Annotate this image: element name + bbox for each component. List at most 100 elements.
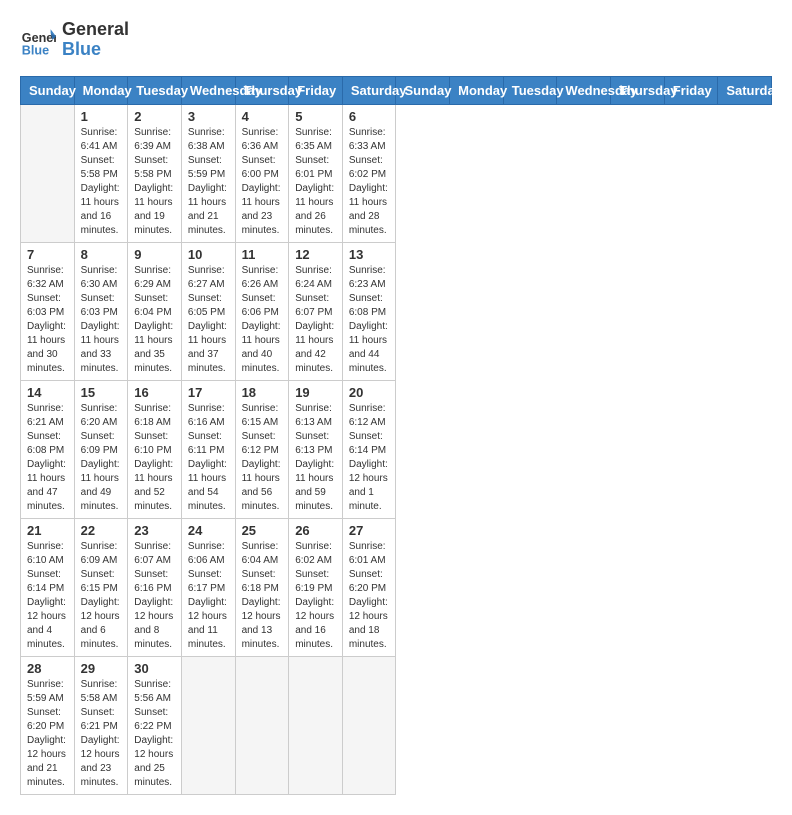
calendar-cell: 7 Sunrise: 6:32 AM Sunset: 6:03 PM Daylig… bbox=[21, 242, 75, 380]
day-number: 6 bbox=[349, 109, 390, 124]
calendar-cell bbox=[342, 656, 396, 794]
day-number: 28 bbox=[27, 661, 68, 676]
calendar-day-header: Wednesday bbox=[181, 76, 235, 104]
calendar-cell: 6 Sunrise: 6:33 AM Sunset: 6:02 PM Daylig… bbox=[342, 104, 396, 242]
day-info: Sunrise: 6:16 AM Sunset: 6:11 PM Dayligh… bbox=[188, 402, 229, 514]
calendar-day-header: Sunday bbox=[396, 76, 450, 104]
day-number: 8 bbox=[81, 247, 122, 262]
day-number: 14 bbox=[27, 385, 68, 400]
day-number: 21 bbox=[27, 523, 68, 538]
logo-icon: General Blue bbox=[20, 22, 56, 58]
day-number: 3 bbox=[188, 109, 229, 124]
day-number: 25 bbox=[242, 523, 283, 538]
day-info: Sunrise: 5:56 AM Sunset: 6:22 PM Dayligh… bbox=[134, 678, 175, 790]
day-info: Sunrise: 6:26 AM Sunset: 6:06 PM Dayligh… bbox=[242, 264, 283, 376]
calendar-week-row: 21Sunrise: 6:10 AM Sunset: 6:14 PM Dayli… bbox=[21, 518, 772, 656]
calendar-cell: 27Sunrise: 6:01 AM Sunset: 6:20 PM Dayli… bbox=[342, 518, 396, 656]
day-number: 29 bbox=[81, 661, 122, 676]
day-info: Sunrise: 6:15 AM Sunset: 6:12 PM Dayligh… bbox=[242, 402, 283, 514]
calendar-day-header: Tuesday bbox=[503, 76, 557, 104]
day-number: 24 bbox=[188, 523, 229, 538]
day-number: 16 bbox=[134, 385, 175, 400]
calendar-day-header: Monday bbox=[74, 76, 128, 104]
day-info: Sunrise: 6:04 AM Sunset: 6:18 PM Dayligh… bbox=[242, 540, 283, 652]
day-info: Sunrise: 6:12 AM Sunset: 6:14 PM Dayligh… bbox=[349, 402, 390, 514]
calendar-cell: 29 Sunrise: 5:58 AM Sunset: 6:21 PM Dayli… bbox=[74, 656, 128, 794]
calendar-cell: 10 Sunrise: 6:27 AM Sunset: 6:05 PM Dayli… bbox=[181, 242, 235, 380]
calendar-cell: 26 Sunrise: 6:02 AM Sunset: 6:19 PM Dayli… bbox=[289, 518, 343, 656]
calendar-cell: 5Sunrise: 6:35 AM Sunset: 6:01 PM Daylig… bbox=[289, 104, 343, 242]
calendar-cell: 17 Sunrise: 6:16 AM Sunset: 6:11 PM Dayli… bbox=[181, 380, 235, 518]
calendar-cell: 21Sunrise: 6:10 AM Sunset: 6:14 PM Dayli… bbox=[21, 518, 75, 656]
day-info: Sunrise: 6:41 AM Sunset: 5:58 PM Dayligh… bbox=[81, 126, 122, 238]
day-number: 17 bbox=[188, 385, 229, 400]
calendar-header-row: SundayMondayTuesdayWednesdayThursdayFrid… bbox=[21, 76, 772, 104]
svg-text:Blue: Blue bbox=[22, 43, 49, 57]
calendar-cell: 8 Sunrise: 6:30 AM Sunset: 6:03 PM Daylig… bbox=[74, 242, 128, 380]
day-number: 12 bbox=[295, 247, 336, 262]
day-info: Sunrise: 6:39 AM Sunset: 5:58 PM Dayligh… bbox=[134, 126, 175, 238]
logo: General Blue General Blue bbox=[20, 20, 129, 60]
day-info: Sunrise: 6:36 AM Sunset: 6:00 PM Dayligh… bbox=[242, 126, 283, 238]
day-info: Sunrise: 6:24 AM Sunset: 6:07 PM Dayligh… bbox=[295, 264, 336, 376]
calendar-day-header: Saturday bbox=[342, 76, 396, 104]
day-number: 4 bbox=[242, 109, 283, 124]
day-info: Sunrise: 6:33 AM Sunset: 6:02 PM Dayligh… bbox=[349, 126, 390, 238]
day-info: Sunrise: 6:21 AM Sunset: 6:08 PM Dayligh… bbox=[27, 402, 68, 514]
day-info: Sunrise: 6:02 AM Sunset: 6:19 PM Dayligh… bbox=[295, 540, 336, 652]
day-info: Sunrise: 6:27 AM Sunset: 6:05 PM Dayligh… bbox=[188, 264, 229, 376]
calendar-day-header: Tuesday bbox=[128, 76, 182, 104]
calendar-cell: 1 Sunrise: 6:41 AM Sunset: 5:58 PM Daylig… bbox=[74, 104, 128, 242]
day-number: 22 bbox=[81, 523, 122, 538]
day-info: Sunrise: 6:06 AM Sunset: 6:17 PM Dayligh… bbox=[188, 540, 229, 652]
calendar-week-row: 7 Sunrise: 6:32 AM Sunset: 6:03 PM Daylig… bbox=[21, 242, 772, 380]
day-info: Sunrise: 5:59 AM Sunset: 6:20 PM Dayligh… bbox=[27, 678, 68, 790]
calendar-cell: 20 Sunrise: 6:12 AM Sunset: 6:14 PM Dayli… bbox=[342, 380, 396, 518]
calendar-day-header: Monday bbox=[450, 76, 504, 104]
calendar-cell: 12 Sunrise: 6:24 AM Sunset: 6:07 PM Dayli… bbox=[289, 242, 343, 380]
day-number: 13 bbox=[349, 247, 390, 262]
calendar-cell: 23 Sunrise: 6:07 AM Sunset: 6:16 PM Dayli… bbox=[128, 518, 182, 656]
calendar-week-row: 28 Sunrise: 5:59 AM Sunset: 6:20 PM Dayli… bbox=[21, 656, 772, 794]
calendar-cell bbox=[289, 656, 343, 794]
calendar-cell: 19 Sunrise: 6:13 AM Sunset: 6:13 PM Dayli… bbox=[289, 380, 343, 518]
calendar-cell: 25 Sunrise: 6:04 AM Sunset: 6:18 PM Dayli… bbox=[235, 518, 289, 656]
day-number: 27 bbox=[349, 523, 390, 538]
calendar-cell: 13 Sunrise: 6:23 AM Sunset: 6:08 PM Dayli… bbox=[342, 242, 396, 380]
calendar-day-header: Friday bbox=[664, 76, 718, 104]
day-number: 10 bbox=[188, 247, 229, 262]
day-info: Sunrise: 6:23 AM Sunset: 6:08 PM Dayligh… bbox=[349, 264, 390, 376]
calendar-cell bbox=[181, 656, 235, 794]
day-info: Sunrise: 6:35 AM Sunset: 6:01 PM Dayligh… bbox=[295, 126, 336, 238]
calendar-cell: 11Sunrise: 6:26 AM Sunset: 6:06 PM Dayli… bbox=[235, 242, 289, 380]
day-number: 7 bbox=[27, 247, 68, 262]
calendar-cell: 15Sunrise: 6:20 AM Sunset: 6:09 PM Dayli… bbox=[74, 380, 128, 518]
day-number: 9 bbox=[134, 247, 175, 262]
page-header: General Blue General Blue bbox=[20, 20, 772, 60]
day-info: Sunrise: 5:58 AM Sunset: 6:21 PM Dayligh… bbox=[81, 678, 122, 790]
calendar-day-header: Saturday bbox=[718, 76, 772, 104]
calendar-week-row: 14 Sunrise: 6:21 AM Sunset: 6:08 PM Dayli… bbox=[21, 380, 772, 518]
day-number: 2 bbox=[134, 109, 175, 124]
calendar-cell: 16Sunrise: 6:18 AM Sunset: 6:10 PM Dayli… bbox=[128, 380, 182, 518]
day-info: Sunrise: 6:30 AM Sunset: 6:03 PM Dayligh… bbox=[81, 264, 122, 376]
day-info: Sunrise: 6:13 AM Sunset: 6:13 PM Dayligh… bbox=[295, 402, 336, 514]
day-info: Sunrise: 6:07 AM Sunset: 6:16 PM Dayligh… bbox=[134, 540, 175, 652]
day-info: Sunrise: 6:38 AM Sunset: 5:59 PM Dayligh… bbox=[188, 126, 229, 238]
day-number: 23 bbox=[134, 523, 175, 538]
calendar-cell bbox=[235, 656, 289, 794]
calendar-day-header: Wednesday bbox=[557, 76, 611, 104]
day-number: 26 bbox=[295, 523, 336, 538]
day-number: 1 bbox=[81, 109, 122, 124]
day-info: Sunrise: 6:09 AM Sunset: 6:15 PM Dayligh… bbox=[81, 540, 122, 652]
day-info: Sunrise: 6:32 AM Sunset: 6:03 PM Dayligh… bbox=[27, 264, 68, 376]
day-number: 20 bbox=[349, 385, 390, 400]
day-info: Sunrise: 6:29 AM Sunset: 6:04 PM Dayligh… bbox=[134, 264, 175, 376]
calendar-cell: 3 Sunrise: 6:38 AM Sunset: 5:59 PM Daylig… bbox=[181, 104, 235, 242]
calendar-cell: 22 Sunrise: 6:09 AM Sunset: 6:15 PM Dayli… bbox=[74, 518, 128, 656]
calendar-cell: 28 Sunrise: 5:59 AM Sunset: 6:20 PM Dayli… bbox=[21, 656, 75, 794]
day-number: 19 bbox=[295, 385, 336, 400]
calendar-cell: 24 Sunrise: 6:06 AM Sunset: 6:17 PM Dayli… bbox=[181, 518, 235, 656]
calendar-day-header: Sunday bbox=[21, 76, 75, 104]
calendar-table: SundayMondayTuesdayWednesdayThursdayFrid… bbox=[20, 76, 772, 795]
